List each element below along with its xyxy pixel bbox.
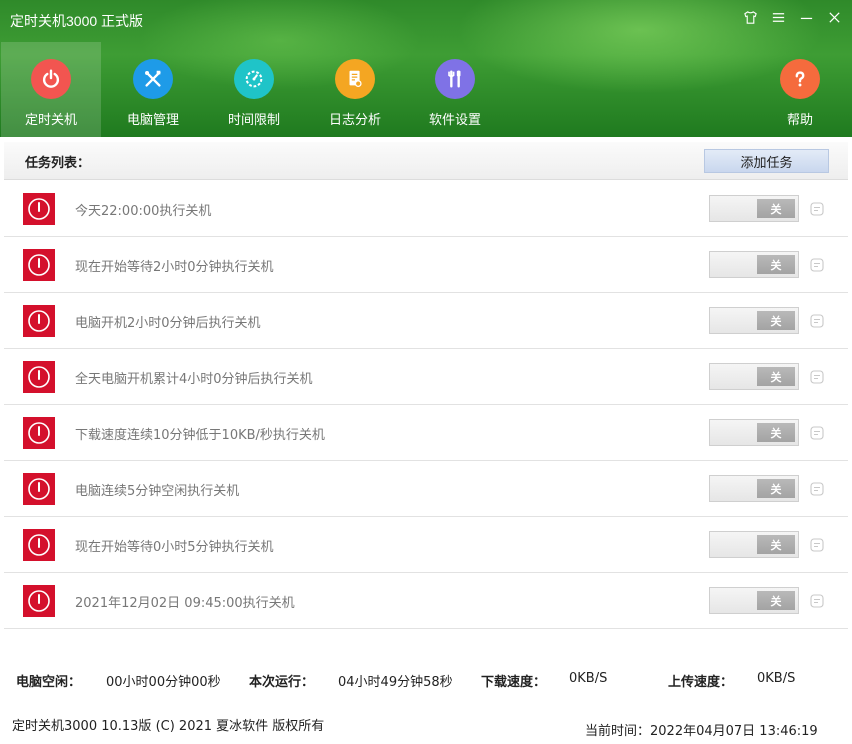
task-list-header: 任务列表： 添加任务: [4, 142, 848, 180]
footer: 定时关机3000 10.13版 (C) 2021 夏冰软件 版权所有 当前时间：…: [0, 708, 852, 744]
task-description: 2021年12月02日 09:45:00执行关机: [75, 596, 295, 611]
task-description: 现在开始等待0小时5分钟执行关机: [75, 540, 274, 555]
app-header: 定时关机3000 正式版 定时关机 电脑管理 时间限制 日志分析 软件设置 帮助: [0, 0, 852, 137]
task-description: 电脑连续5分钟空闲执行关机: [75, 484, 240, 499]
task-description: 今天22:00:00执行关机: [75, 204, 212, 219]
download-speed-label: 下载速度：: [481, 675, 547, 690]
task-description: 下载速度连续10分钟低于10KB/秒执行关机: [75, 428, 325, 443]
edit-task-icon[interactable]: [809, 313, 825, 329]
idle-label: 电脑空闲：: [16, 675, 82, 690]
task-row[interactable]: 现在开始等待2小时0分钟执行关机 关: [4, 237, 848, 293]
toggle-knob: 关: [757, 591, 795, 610]
edit-task-icon[interactable]: [809, 481, 825, 497]
toggle-knob: 关: [757, 311, 795, 330]
task-row[interactable]: 2021年12月02日 09:45:00执行关机 关: [4, 573, 848, 629]
status-bar: 电脑空闲： 00小时00分钟00秒 本次运行： 04小时49分钟58秒 下载速度…: [0, 668, 852, 692]
nav-log-analysis[interactable]: 日志分析: [305, 42, 405, 137]
task-row[interactable]: 电脑开机2小时0分钟后执行关机 关: [4, 293, 848, 349]
close-icon: [828, 11, 840, 23]
task-list: 今天22:00:00执行关机关现在开始等待2小时0分钟执行关机关电脑开机2小时0…: [4, 181, 848, 629]
task-toggle[interactable]: 关: [709, 307, 799, 334]
shutdown-task-icon: [23, 361, 55, 393]
task-row[interactable]: 电脑连续5分钟空闲执行关机 关: [4, 461, 848, 517]
copyright-text: 定时关机3000 10.13版 (C) 2021 夏冰软件 版权所有: [12, 719, 325, 734]
tools-icon: [133, 59, 173, 99]
task-toggle[interactable]: 关: [709, 363, 799, 390]
current-time: 当前时间：2022年04月07日 13:46:19: [585, 724, 818, 739]
task-description: 全天电脑开机累计4小时0分钟后执行关机: [75, 372, 313, 387]
task-description: 现在开始等待2小时0分钟执行关机: [75, 260, 274, 275]
task-row[interactable]: 全天电脑开机累计4小时0分钟后执行关机 关: [4, 349, 848, 405]
skin-button[interactable]: [742, 8, 758, 26]
minimize-icon: [800, 17, 812, 19]
minimize-button[interactable]: [798, 8, 814, 26]
power-icon: [31, 59, 71, 99]
shutdown-task-icon: [23, 585, 55, 617]
help-icon: [780, 59, 820, 99]
task-row[interactable]: 现在开始等待0小时5分钟执行关机 关: [4, 517, 848, 573]
edit-task-icon[interactable]: [809, 201, 825, 217]
shutdown-task-icon: [23, 417, 55, 449]
nav-software-settings[interactable]: 软件设置: [405, 42, 505, 137]
run-value: 04小时49分钟58秒: [338, 675, 453, 690]
toggle-knob: 关: [757, 255, 795, 274]
nav-label: 电脑管理: [126, 112, 179, 127]
task-row[interactable]: 今天22:00:00执行关机 关: [4, 181, 848, 237]
nav-label: 定时关机: [24, 112, 77, 127]
close-button[interactable]: [826, 8, 842, 26]
upload-speed-label: 上传速度：: [668, 675, 734, 690]
shirt-icon: [743, 10, 757, 24]
menu-button[interactable]: [770, 8, 786, 26]
nav-label: 时间限制: [227, 112, 280, 127]
task-list-title: 任务列表：: [25, 156, 91, 171]
nav-scheduled-shutdown[interactable]: 定时关机: [1, 42, 101, 137]
nav-time-limit[interactable]: 时间限制: [204, 42, 304, 137]
toggle-knob: 关: [757, 367, 795, 386]
settings-icon: [435, 59, 475, 99]
shutdown-task-icon: [23, 473, 55, 505]
main-nav: 定时关机 电脑管理 时间限制 日志分析 软件设置 帮助: [0, 42, 852, 137]
edit-task-icon[interactable]: [809, 425, 825, 441]
task-toggle[interactable]: 关: [709, 251, 799, 278]
shutdown-task-icon: [23, 249, 55, 281]
timer-icon: [234, 59, 274, 99]
run-label: 本次运行：: [249, 675, 315, 690]
task-toggle[interactable]: 关: [709, 475, 799, 502]
shutdown-task-icon: [23, 529, 55, 561]
nav-label: 软件设置: [428, 112, 481, 127]
task-row[interactable]: 下载速度连续10分钟低于10KB/秒执行关机 关: [4, 405, 848, 461]
upload-speed-value: 0KB/S: [757, 671, 796, 686]
window-title: 定时关机3000 正式版: [10, 13, 144, 29]
nav-label: 帮助: [786, 112, 813, 127]
toggle-knob: 关: [757, 479, 795, 498]
edit-task-icon[interactable]: [809, 369, 825, 385]
add-task-button[interactable]: 添加任务: [704, 149, 829, 173]
task-toggle[interactable]: 关: [709, 419, 799, 446]
toggle-knob: 关: [757, 423, 795, 442]
shutdown-task-icon: [23, 305, 55, 337]
window-controls: [742, 8, 842, 26]
idle-value: 00小时00分钟00秒: [106, 675, 221, 690]
nav-help[interactable]: 帮助: [750, 42, 850, 137]
nav-pc-management[interactable]: 电脑管理: [103, 42, 203, 137]
task-toggle[interactable]: 关: [709, 531, 799, 558]
download-speed-value: 0KB/S: [569, 671, 608, 686]
toggle-knob: 关: [757, 535, 795, 554]
task-description: 电脑开机2小时0分钟后执行关机: [75, 316, 261, 331]
menu-icon: [772, 12, 784, 22]
edit-task-icon[interactable]: [809, 257, 825, 273]
task-toggle[interactable]: 关: [709, 587, 799, 614]
task-toggle[interactable]: 关: [709, 195, 799, 222]
edit-task-icon[interactable]: [809, 593, 825, 609]
edit-task-icon[interactable]: [809, 537, 825, 553]
shutdown-task-icon: [23, 193, 55, 225]
nav-label: 日志分析: [328, 112, 381, 127]
toggle-knob: 关: [757, 199, 795, 218]
log-icon: [335, 59, 375, 99]
